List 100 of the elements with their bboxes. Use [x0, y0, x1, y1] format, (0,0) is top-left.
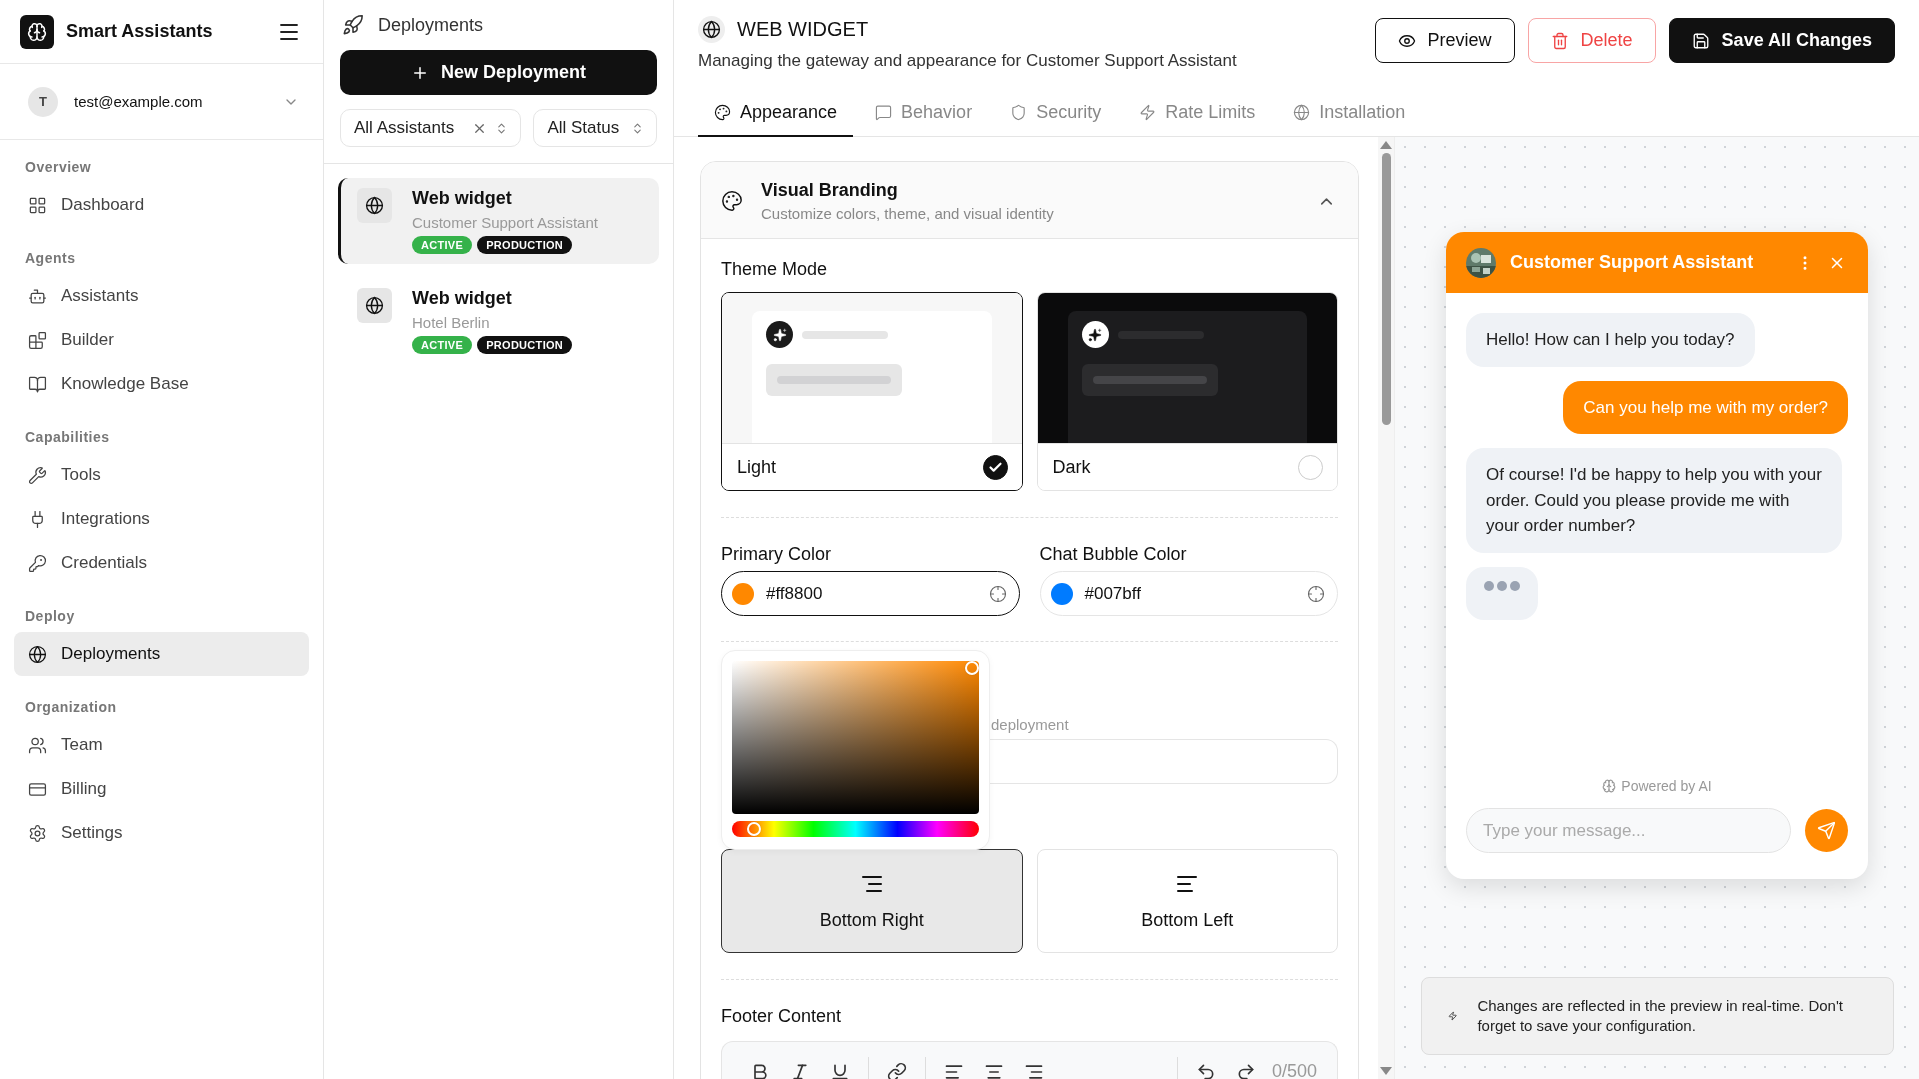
bot-message: Hello! How can I help you today? — [1466, 313, 1755, 367]
save-icon — [1691, 31, 1710, 50]
user-message: Can you help me with my order? — [1563, 380, 1848, 434]
tab[interactable]: Appearance — [698, 89, 854, 137]
brain-icon — [1602, 779, 1617, 793]
radio-icon[interactable] — [1298, 454, 1323, 480]
nav-item[interactable]: Settings — [14, 811, 309, 855]
preview-button[interactable]: Preview — [1374, 18, 1515, 63]
field-label: Footer Content — [721, 1006, 843, 1027]
globe-icon — [357, 288, 392, 323]
nav-item-label: Knowledge Base — [61, 374, 189, 394]
hue-slider[interactable] — [732, 821, 979, 837]
globe-icon — [698, 16, 725, 43]
section-subtitle: Customize colors, theme, and visual identity — [761, 205, 1055, 222]
tab[interactable]: Rate Limits — [1123, 89, 1272, 137]
page-title: WEB WIDGET — [737, 18, 869, 41]
palette-icon — [714, 103, 731, 121]
field-label: Primary Color — [721, 544, 832, 565]
settings-icon — [28, 823, 47, 843]
globe-icon — [28, 644, 47, 664]
lightning-icon — [1448, 1008, 1458, 1023]
nav-item-label: Settings — [61, 823, 123, 843]
message-input[interactable]: Type your message... — [1466, 808, 1791, 853]
brain-logo-icon — [20, 14, 54, 49]
nav-section-title: Organization — [24, 698, 118, 717]
field-label: Theme Mode — [721, 259, 829, 280]
nav-item[interactable]: Dashboard — [14, 183, 309, 227]
crosshair-icon[interactable] — [988, 584, 1007, 603]
deployment-card[interactable]: Web widget Customer Support Assistant ACTIVE PRODUCTION — [338, 178, 659, 264]
grid-icon — [28, 195, 47, 215]
nav-item[interactable]: Tools — [14, 453, 309, 497]
up-down-icon — [631, 121, 644, 135]
position-option[interactable]: Bottom Left — [1036, 849, 1338, 953]
nav-item[interactable]: Assistants — [14, 274, 309, 318]
rocket-icon — [342, 14, 364, 36]
nav-item-label: Credentials — [61, 553, 147, 573]
hue-thumb[interactable] — [747, 822, 762, 836]
filter-select[interactable]: All Assistants — [340, 109, 522, 147]
delete-button[interactable]: Delete — [1527, 18, 1656, 63]
assistant-name: Customer Support Assistant — [1510, 252, 1755, 273]
globe-icon — [1293, 103, 1311, 121]
crosshair-icon[interactable] — [1307, 584, 1325, 603]
nav-section-title: Deploy — [24, 607, 76, 626]
status-badge: ACTIVE — [412, 336, 473, 354]
deployment-assistant: Hotel Berlin — [412, 314, 491, 331]
deployment-name: Web widget — [412, 288, 513, 309]
filter-select[interactable]: All Status — [533, 109, 657, 147]
user-email: test@example.com — [74, 93, 204, 110]
nav-item[interactable]: Builder — [14, 318, 309, 362]
nav-item[interactable]: Integrations — [14, 497, 309, 541]
status-badge: ACTIVE — [412, 236, 473, 254]
nav-item-label: Tools — [61, 465, 101, 485]
speech-bubble-icon — [875, 103, 893, 121]
book-icon — [28, 374, 47, 394]
shield-icon — [1010, 103, 1028, 121]
wrench-icon — [28, 465, 47, 485]
bot-message: Of course! I'd be happy to help you with your order. Could you please provide me with your order number? — [1466, 448, 1842, 553]
deployment-assistant: Customer Support Assistant — [412, 214, 598, 231]
panel-title: Deployments — [378, 14, 484, 36]
field-label: deployment — [991, 716, 1070, 733]
new-deployment-button[interactable]: New Deployment — [340, 50, 657, 95]
nav-item[interactable]: Team — [14, 723, 309, 767]
lightning-icon — [1139, 103, 1157, 121]
theme-option[interactable]: Light — [721, 292, 1023, 491]
nav-item-label: Assistants — [61, 286, 139, 306]
nav-item-label: Team — [61, 735, 103, 755]
character-counter: 0/500 — [1271, 1061, 1317, 1079]
tab[interactable]: Security — [994, 89, 1118, 137]
environment-badge: PRODUCTION — [477, 236, 573, 254]
nav-item-label: Integrations — [61, 509, 150, 529]
nav-section-title: Agents — [24, 249, 77, 268]
globe-icon — [357, 188, 392, 223]
page-subtitle: Managing the gateway and appearance for Customer Support Assistant — [698, 51, 1238, 71]
blocks-icon — [28, 330, 47, 350]
nav-item[interactable]: Billing — [14, 767, 309, 811]
saturation-area[interactable] — [732, 661, 979, 814]
deployment-card[interactable]: Web widget Hotel Berlin ACTIVE PRODUCTION — [338, 278, 659, 364]
position-option[interactable]: Bottom Right — [721, 849, 1023, 953]
nav-item-label: Deployments — [61, 644, 161, 664]
nav-item-label: Builder — [61, 330, 114, 350]
check-icon[interactable] — [982, 454, 1008, 480]
tab[interactable]: Behavior — [859, 89, 989, 137]
deployment-name: Web widget — [412, 188, 513, 209]
powered-by-text: Powered by AI — [1621, 778, 1712, 794]
trash-icon — [1550, 31, 1569, 50]
color-thumb[interactable] — [965, 661, 979, 675]
nav-item[interactable]: Deployments — [14, 632, 309, 676]
nav-item[interactable]: Knowledge Base — [14, 362, 309, 406]
tab[interactable]: Installation — [1277, 89, 1422, 137]
send-icon — [1817, 821, 1836, 840]
nav-item-label: Billing — [61, 779, 107, 799]
environment-badge: PRODUCTION — [477, 336, 573, 354]
save-button[interactable]: Save All Changes — [1668, 18, 1895, 63]
nav-section-title: Capabilities — [24, 428, 111, 447]
nav-item[interactable]: Credentials — [14, 541, 309, 585]
scrollbar[interactable] — [1378, 137, 1394, 1079]
nav-item-label: Dashboard — [61, 195, 145, 215]
key-icon — [28, 553, 47, 573]
theme-option[interactable]: Dark — [1036, 292, 1338, 491]
section-title: Visual Branding — [761, 180, 899, 201]
